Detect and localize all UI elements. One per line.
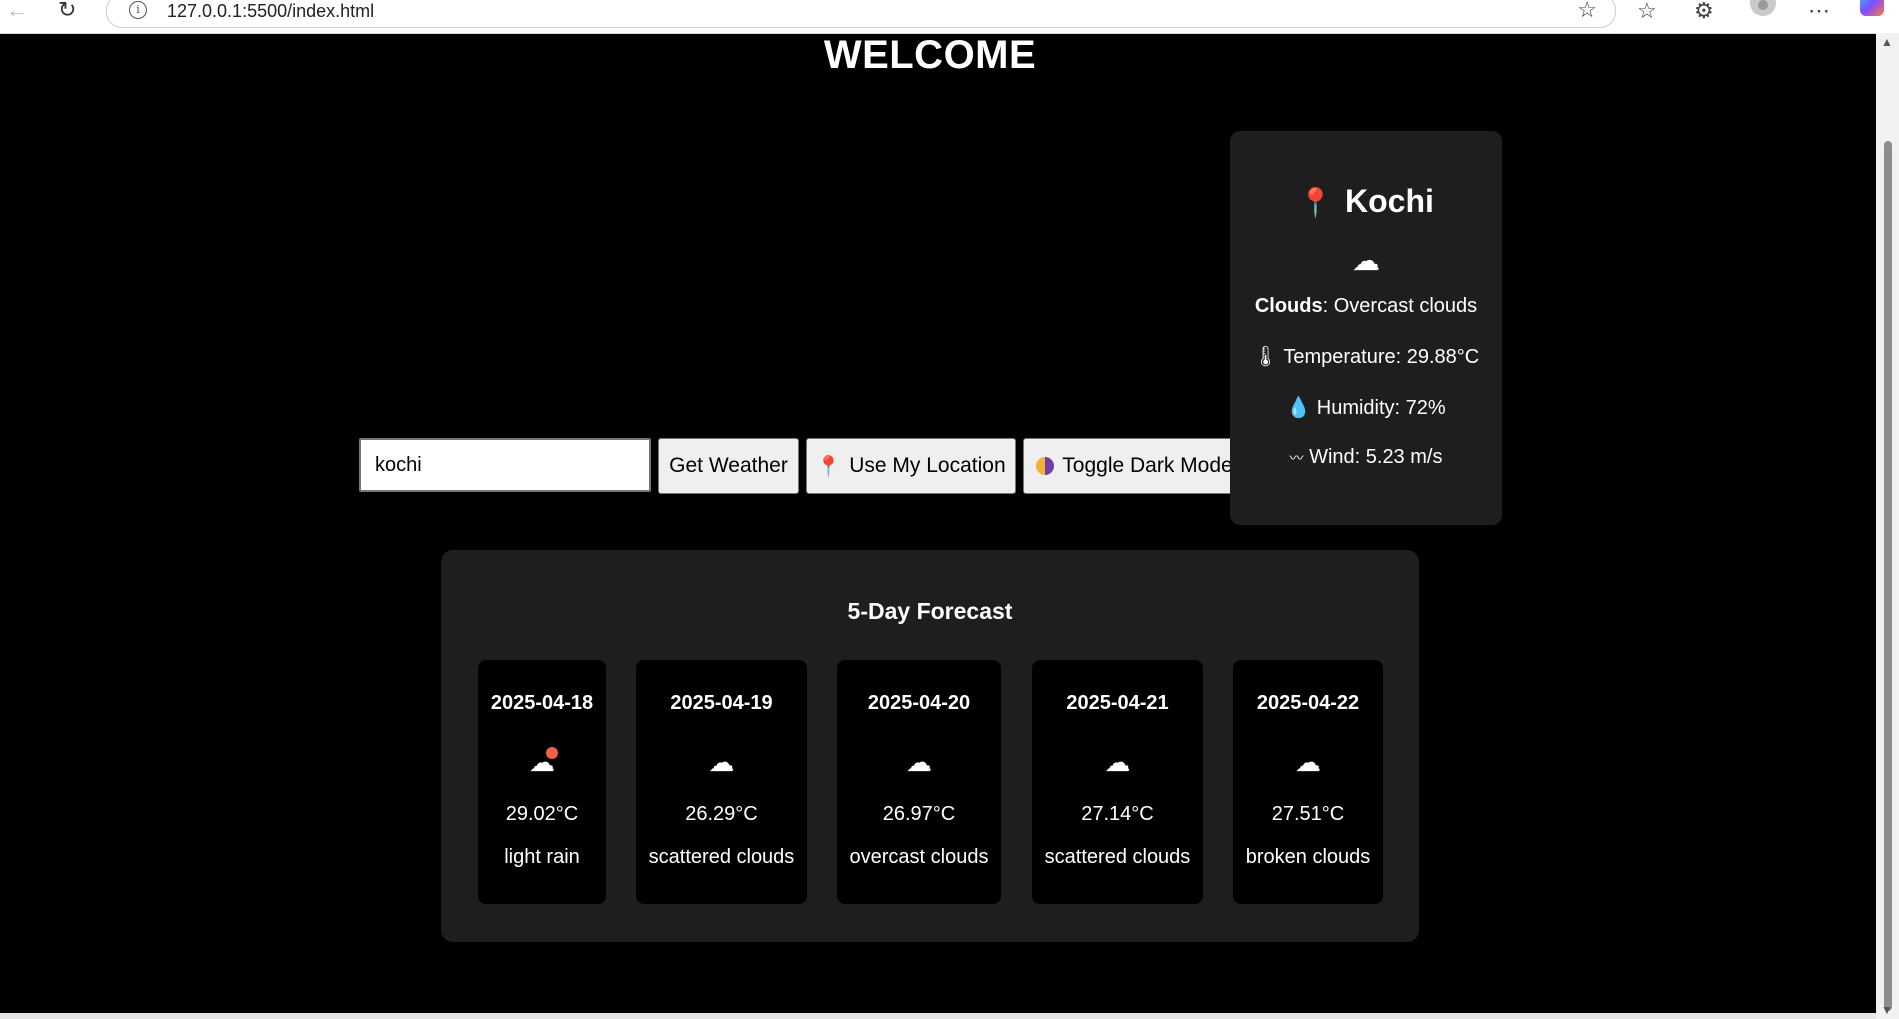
- forecast-day-card: 2025-04-18 ☁ 29.02°C light rain: [478, 660, 606, 904]
- get-weather-label: Get Weather: [669, 454, 788, 477]
- cloud-icon: ☁: [1104, 747, 1131, 777]
- humidity-text: Humidity: 72%: [1316, 397, 1446, 419]
- forecast-temp: 27.14°C: [1081, 803, 1154, 825]
- forecast-desc: broken clouds: [1245, 846, 1371, 868]
- forecast-day-card: 2025-04-22 ☁ 27.51°C broken clouds: [1233, 660, 1383, 904]
- condition-text: Clouds: Overcast clouds: [1230, 295, 1502, 318]
- browser-toolbar: ← ↻ i 127.0.0.1:5500/index.html ☆ ☆ ⚙ ⋯: [0, 0, 1899, 34]
- cloud-icon: ☁: [708, 747, 735, 777]
- droplet-icon: 💧: [1286, 397, 1312, 419]
- forecast-panel: 5-Day Forecast 2025-04-18 ☁ 29.02°C ligh…: [441, 550, 1419, 942]
- forecast-date: 2025-04-19: [670, 692, 773, 714]
- humidity-row: 💧 Humidity: 72%: [1230, 395, 1502, 420]
- toggle-dark-mode-button[interactable]: Toggle Dark Mode: [1023, 438, 1246, 494]
- current-weather-card: 📍 Kochi ☁ Clouds: Overcast clouds 🌡 Tempe…: [1230, 131, 1502, 525]
- forecast-temp: 27.51°C: [1271, 803, 1345, 825]
- forecast-temp: 26.97°C: [882, 803, 956, 825]
- more-menu-icon[interactable]: ⋯: [1808, 0, 1830, 24]
- forecast-date: 2025-04-22: [1256, 692, 1360, 714]
- location-pin-icon: 📍: [1298, 187, 1333, 218]
- forecast-date: 2025-04-18: [490, 692, 594, 714]
- wind-text: Wind: 5.23 m/s: [1309, 446, 1443, 468]
- forecast-desc: light rain: [504, 846, 580, 868]
- forecast-title: 5-Day Forecast: [847, 598, 1013, 624]
- temperature-row: 🌡 Temperature: 29.88°C: [1230, 344, 1502, 369]
- favorite-star-icon[interactable]: ☆: [1577, 0, 1597, 23]
- address-bar[interactable]: i 127.0.0.1:5500/index.html ☆: [106, 0, 1616, 28]
- overcast-cloud-icon: ☁: [906, 747, 932, 777]
- page-title: WELCOME: [823, 33, 1037, 77]
- use-my-location-button[interactable]: 📍 Use My Location: [806, 438, 1016, 494]
- wind-row: 〰 Wind: 5.23 m/s: [1230, 446, 1502, 469]
- forecast-temp: 26.29°C: [685, 803, 758, 825]
- temperature-text: Temperature: 29.88°C: [1283, 346, 1480, 368]
- forecast-desc: scattered clouds: [648, 846, 795, 868]
- forecast-date: 2025-04-21: [1066, 692, 1169, 714]
- condition-main: Clouds: [1254, 295, 1323, 317]
- toggle-dark-label: Toggle Dark Mode: [1062, 454, 1233, 477]
- forecast-date: 2025-04-20: [867, 692, 971, 714]
- forecast-temp: 29.02°C: [505, 803, 579, 825]
- dark-mode-icon: [1036, 457, 1055, 475]
- light-rain-icon: ☁: [478, 747, 606, 779]
- copilot-icon[interactable]: [1860, 0, 1884, 16]
- use-location-label: Use My Location: [849, 454, 1006, 477]
- forecast-day-card: 2025-04-19 ☁ 26.29°C scattered clouds: [636, 660, 807, 904]
- site-info-icon[interactable]: i: [129, 1, 147, 19]
- scroll-up-arrow-icon[interactable]: ▲: [1881, 35, 1893, 49]
- search-controls: Get Weather 📍 Use My Location Toggle Dar…: [359, 438, 1246, 494]
- forecast-day-card: 2025-04-20 ☁ 26.97°C overcast clouds: [837, 660, 1001, 904]
- forecast-desc: scattered clouds: [1044, 846, 1191, 868]
- overcast-cloud-icon: ☁: [1352, 245, 1380, 276]
- city-heading: 📍 Kochi: [1230, 183, 1502, 220]
- condition-desc: : Overcast clouds: [1322, 295, 1478, 317]
- get-weather-button[interactable]: Get Weather: [658, 438, 799, 494]
- broken-cloud-icon: ☁: [1295, 747, 1321, 777]
- extensions-icon[interactable]: ⚙: [1694, 0, 1714, 24]
- scroll-down-arrow-icon[interactable]: ▼: [1881, 1003, 1893, 1017]
- profile-avatar[interactable]: [1750, 0, 1776, 16]
- back-arrow-icon[interactable]: ←: [6, 0, 28, 22]
- scrollbar-thumb[interactable]: [1884, 141, 1892, 1011]
- forecast-day-card: 2025-04-21 ☁ 27.14°C scattered clouds: [1032, 660, 1203, 904]
- favorites-icon[interactable]: ☆: [1637, 0, 1657, 24]
- page-scrollbar[interactable]: ▲ ▼: [1876, 33, 1899, 1019]
- thermometer-icon: 🌡: [1252, 346, 1279, 368]
- city-search-input[interactable]: [359, 438, 651, 492]
- city-name: Kochi: [1344, 183, 1434, 219]
- reload-icon[interactable]: ↻: [58, 0, 76, 22]
- wind-icon: 〰: [1289, 450, 1304, 466]
- forecast-desc: overcast clouds: [849, 846, 989, 868]
- url-text[interactable]: 127.0.0.1:5500/index.html: [167, 1, 374, 22]
- location-pin-icon: 📍: [816, 455, 842, 478]
- bottom-edge: [0, 1013, 1876, 1019]
